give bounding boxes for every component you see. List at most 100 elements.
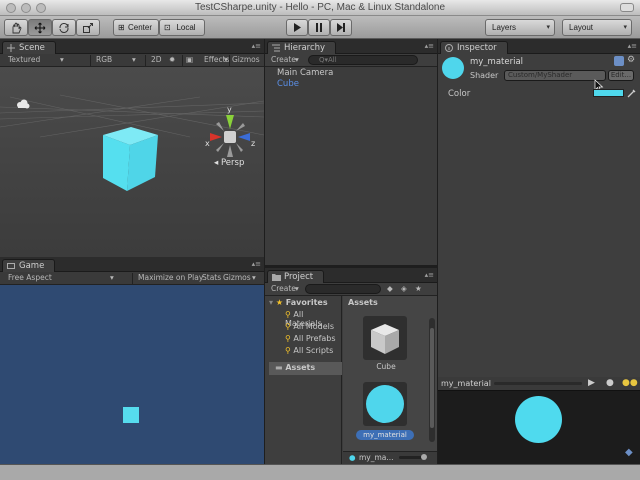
tab-inspector[interactable]: Inspector <box>440 41 508 54</box>
shader-label: Shader <box>470 71 499 80</box>
inspector-tab-bar: Inspector ▴≡ <box>438 39 640 54</box>
axis-x-label: x <box>205 139 210 148</box>
preview-header: my_material ▶ ● ●● <box>438 377 640 391</box>
vertical-divider[interactable] <box>437 39 438 464</box>
asset-cube-label: Cube <box>376 362 396 371</box>
light-toggle-icon[interactable]: ●● <box>622 378 638 388</box>
tab-scene[interactable]: Scene <box>2 41 56 54</box>
chevron-down-icon: ▾ <box>224 55 228 64</box>
create-dropdown[interactable]: Create <box>271 55 296 64</box>
tab-project[interactable]: Project <box>267 270 325 283</box>
pivot-center-label: Center <box>127 23 152 32</box>
material-preview-sphere[interactable] <box>515 396 562 443</box>
project-scrollbar[interactable] <box>429 318 435 442</box>
scene-tab-bar: Scene ▴≡ <box>0 39 264 54</box>
favorites-section[interactable]: ▾ ★ Favorites <box>269 298 328 307</box>
shader-dropdown[interactable]: Custom/MyShader <box>504 70 606 81</box>
material-sphere-icon <box>366 385 404 423</box>
panel-menu-icon[interactable]: ▴≡ <box>425 42 434 50</box>
pause-icon <box>316 23 322 32</box>
play-button[interactable] <box>286 19 308 36</box>
vertical-divider[interactable] <box>264 39 265 464</box>
preview-divider-handle[interactable] <box>494 382 582 385</box>
pivot-center-button[interactable]: ⊞ Center <box>113 19 159 36</box>
toolbar-toggle-icon[interactable] <box>620 3 634 12</box>
shading-mode-dropdown[interactable]: Textured <box>8 55 40 64</box>
lighting-toggle-icon[interactable]: ✹ <box>169 55 175 64</box>
pause-button[interactable] <box>308 19 330 36</box>
chevron-down-icon: ▾ <box>60 55 64 64</box>
hierarchy-item-cube[interactable]: Cube <box>277 79 299 89</box>
project-search-input[interactable] <box>305 284 381 294</box>
search-icon: ⚲ <box>285 310 291 319</box>
shader-value: Custom/MyShader <box>508 71 573 79</box>
asset-cube[interactable] <box>363 316 407 360</box>
layout-dropdown[interactable]: Layout ▾ <box>562 19 632 36</box>
assets-folder-label: Assets <box>285 363 316 372</box>
help-book-icon[interactable] <box>614 56 624 66</box>
gizmos-toggle[interactable]: Gizmos <box>223 273 251 282</box>
scene-viewport[interactable]: y x z ◂ Persp <box>0 67 264 257</box>
gizmos-dropdown[interactable]: Gizmos <box>232 55 260 64</box>
sphere-shape-icon[interactable]: ● <box>606 378 614 388</box>
favorite-all-prefabs[interactable]: ⚲ All Prefabs <box>285 334 336 343</box>
hand-tool-button[interactable] <box>4 19 28 36</box>
hierarchy-panel: Hierarchy ▴≡ Create ▾ Q▾All Main Camera … <box>265 39 437 265</box>
move-tool-button[interactable] <box>28 19 52 36</box>
chevron-down-icon: ▾ <box>295 55 299 64</box>
panel-menu-icon[interactable]: ▴≡ <box>628 42 637 50</box>
axis-z-label: z <box>251 139 256 148</box>
project-control-bar: Create ▾ ◆ ◈ ★ <box>265 283 437 296</box>
stats-toggle[interactable]: Stats <box>202 273 221 282</box>
favorite-star-icon[interactable]: ★ <box>415 284 422 293</box>
aspect-dropdown[interactable]: Free Aspect <box>8 273 52 282</box>
create-dropdown[interactable]: Create <box>271 284 296 293</box>
favorite-all-models[interactable]: ⚲ All Models <box>285 322 334 331</box>
asset-my-material-label: my_material <box>356 430 414 440</box>
play-preview-icon[interactable]: ▶ <box>588 378 595 388</box>
projection-toggle[interactable]: ◂ Persp <box>214 158 244 168</box>
panel-menu-icon[interactable]: ▴≡ <box>425 271 434 279</box>
2d-toggle[interactable]: 2D <box>151 55 162 64</box>
layers-dropdown[interactable]: Layers ▾ <box>485 19 555 36</box>
search-by-label-icon[interactable]: ◈ <box>401 284 407 293</box>
search-by-type-icon[interactable]: ◆ <box>387 284 393 293</box>
settings-gear-icon[interactable]: ⚙ <box>627 55 635 65</box>
game-viewport[interactable] <box>0 285 264 464</box>
edit-shader-button[interactable]: Edit... <box>608 70 634 81</box>
slider-knob[interactable] <box>421 454 427 460</box>
tab-project-label: Project <box>284 272 314 282</box>
panel-menu-icon[interactable]: ▴≡ <box>252 42 261 50</box>
render-mode-dropdown[interactable]: RGB <box>96 55 112 64</box>
material-preview-icon <box>442 57 464 79</box>
rotate-tool-button[interactable] <box>52 19 76 36</box>
asset-my-material[interactable] <box>363 382 407 426</box>
game-panel: Game ▴≡ Free Aspect ▾ Maximize on Play S… <box>0 257 264 464</box>
scrollbar-thumb[interactable] <box>430 328 434 428</box>
inspector-panel: Inspector ▴≡ my_material ⚙ Shader Custom… <box>438 39 640 464</box>
icon-size-slider[interactable] <box>399 454 427 460</box>
pivot-local-button[interactable]: ⊡ Local <box>159 19 205 36</box>
scale-tool-button[interactable] <box>76 19 100 36</box>
tab-game[interactable]: Game <box>2 259 56 272</box>
search-icon: ⚲ <box>285 334 291 343</box>
hierarchy-item-main-camera[interactable]: Main Camera <box>277 68 333 78</box>
maximize-on-play-toggle[interactable]: Maximize on Play <box>138 273 203 282</box>
asset-bundle-icon[interactable]: ◆ <box>625 447 633 458</box>
color-swatch[interactable] <box>593 89 624 97</box>
star-icon: ★ <box>275 298 283 307</box>
game-tab-bar: Game ▴≡ <box>0 257 264 272</box>
chevron-down-icon: ▾ <box>110 273 114 282</box>
tab-hierarchy[interactable]: Hierarchy <box>267 41 337 54</box>
pivot-local-icon: ⊡ <box>164 23 171 32</box>
panel-menu-icon[interactable]: ▴≡ <box>252 260 261 268</box>
favorite-all-scripts[interactable]: ⚲ All Scripts <box>285 346 333 355</box>
eyedropper-icon[interactable] <box>627 88 637 98</box>
material-name: my_material <box>470 57 524 67</box>
assets-folder[interactable]: ▬ Assets <box>269 362 342 375</box>
audio-toggle-icon[interactable]: ▣ <box>186 55 193 64</box>
step-button[interactable] <box>330 19 352 36</box>
tab-inspector-label: Inspector <box>457 43 497 53</box>
hierarchy-search-input[interactable]: Q▾All <box>308 55 418 65</box>
project-folder-tree: ▾ ★ Favorites ⚲ All Materials ⚲ All Mode… <box>265 296 342 464</box>
